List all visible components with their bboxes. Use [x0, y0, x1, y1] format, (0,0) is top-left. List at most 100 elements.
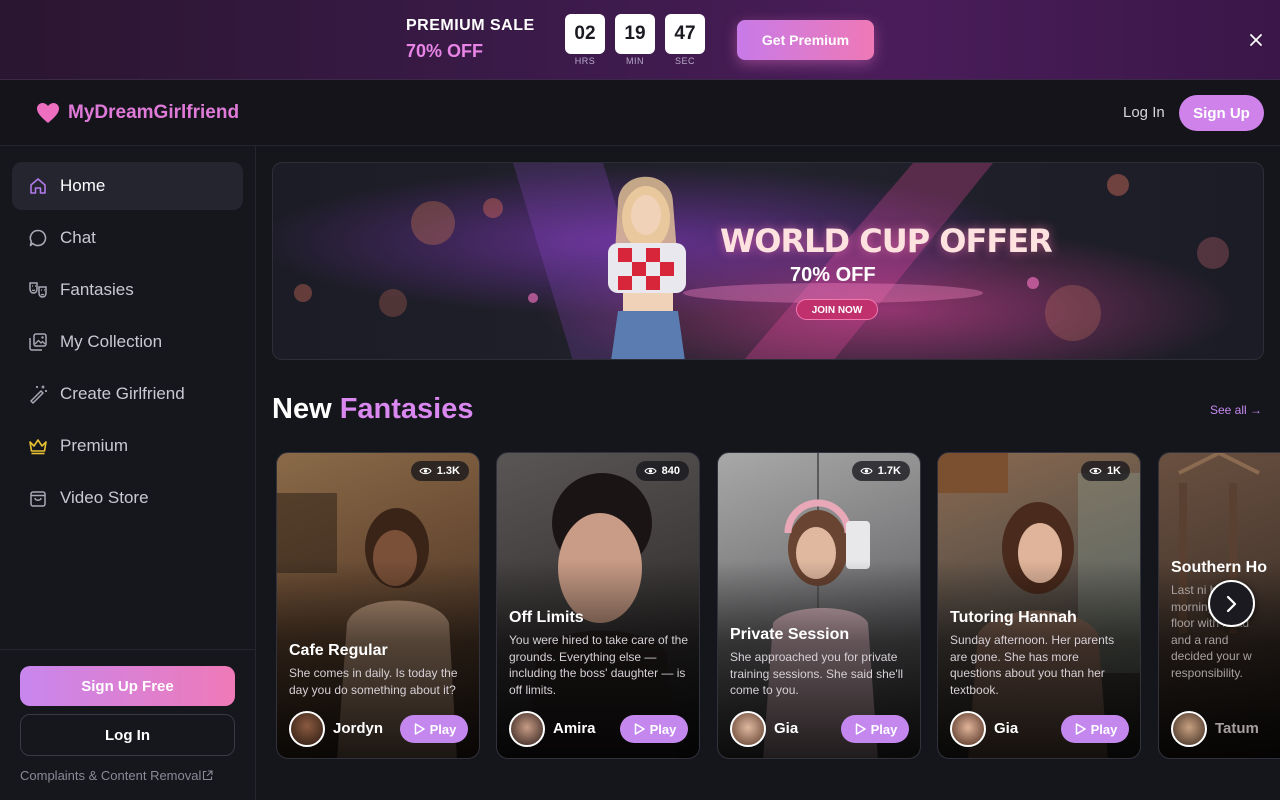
sidebar-item-premium[interactable]: Premium [12, 422, 243, 470]
home-icon [28, 176, 48, 196]
join-now-button[interactable]: JOIN NOW [796, 299, 878, 320]
character-name: Tatum [1215, 720, 1259, 737]
theater-masks-icon [28, 280, 48, 300]
timer-hours: 02 [565, 14, 605, 54]
promo-title: PREMIUM SALE [406, 17, 535, 34]
top-header: MyDreamGirlfriend Log In Sign Up [0, 81, 1280, 146]
play-button[interactable]: Play [841, 715, 909, 743]
sidebar-item-label: Fantasies [60, 280, 134, 299]
section-title-plain: New [272, 393, 332, 425]
crown-icon [28, 436, 48, 456]
view-count-badge: 840 [635, 461, 689, 481]
eye-icon [1089, 467, 1102, 475]
chevron-right-icon [1226, 595, 1237, 613]
header-login-link[interactable]: Log In [1123, 104, 1165, 121]
sidebar-item-video-store[interactable]: Video Store [12, 474, 243, 522]
eye-icon [644, 467, 657, 475]
header-signup-button[interactable]: Sign Up [1179, 95, 1264, 131]
sign-up-free-button[interactable]: Sign Up Free [20, 666, 235, 706]
card-title: Off Limits [509, 609, 584, 626]
sidebar-divider [0, 649, 255, 650]
timer-minutes: 19 [615, 14, 655, 54]
sidebar-item-label: Video Store [60, 488, 149, 507]
see-all-link[interactable]: See all → [1210, 403, 1262, 417]
view-count: 1K [1106, 465, 1121, 477]
sidebar-item-label: Chat [60, 228, 96, 247]
sidebar-item-my-collection[interactable]: My Collection [12, 318, 243, 366]
sidebar-item-label: Create Girlfriend [60, 384, 185, 403]
card-description: You were hired to take care of the groun… [509, 633, 689, 697]
play-label: Play [1090, 721, 1118, 737]
card-title: Cafe Regular [289, 642, 388, 659]
banner-discount: 70% OFF [790, 264, 876, 286]
character-name: Gia [994, 720, 1019, 737]
promo-discount: 70% OFF [406, 41, 484, 61]
close-icon[interactable] [1246, 30, 1266, 50]
play-button[interactable]: Play [400, 715, 468, 743]
eye-icon [419, 467, 432, 475]
premium-sale-bar: PREMIUM SALE 70% OFF 02 HRS 19 MIN 47 SE… [0, 0, 1280, 80]
shopping-bag-icon [28, 488, 48, 508]
sidebar-item-label: Home [60, 176, 106, 195]
card-title: Tutoring Hannah [950, 609, 1077, 626]
eye-icon [860, 467, 873, 475]
sidebar-item-fantasies[interactable]: Fantasies [12, 266, 243, 314]
avatar [1171, 711, 1207, 747]
play-label: Play [429, 721, 457, 737]
timer-seconds: 47 [665, 14, 705, 54]
view-count-badge: 1K [1080, 461, 1130, 481]
card-title: Southern Ho [1171, 559, 1267, 576]
card-description: Sunday afternoon. Her parents are gone. … [950, 633, 1115, 697]
external-link-icon [202, 768, 213, 781]
sidebar-item-home[interactable]: Home [12, 162, 243, 210]
brand-name[interactable]: MyDreamGirlfriend [68, 102, 239, 124]
view-count: 840 [661, 465, 680, 477]
carousel-next-button[interactable] [1208, 580, 1255, 627]
fantasy-card-private-session[interactable]: 1.7K Private Session She approached you … [717, 452, 921, 759]
play-button[interactable]: Play [1061, 715, 1129, 743]
world-cup-offer-banner[interactable] [272, 162, 1264, 360]
avatar [950, 711, 986, 747]
view-count: 1.7K [877, 465, 901, 477]
timer-seconds-label: SEC [674, 56, 695, 66]
play-icon [1075, 723, 1086, 735]
sidebar-item-label: My Collection [60, 332, 163, 351]
card-title: Private Session [730, 626, 850, 643]
play-label: Play [649, 721, 677, 737]
fantasy-card-off-limits[interactable]: 840 Off Limits You were hired to take ca… [496, 452, 700, 759]
sidebar-login-button[interactable]: Log In [20, 714, 235, 756]
play-icon [634, 723, 645, 735]
image-collection-icon [28, 332, 48, 352]
sidebar-item-label: Premium [60, 436, 129, 455]
view-count: 1.3K [436, 465, 460, 477]
play-button[interactable]: Play [620, 715, 688, 743]
character-name: Amira [553, 720, 596, 737]
avatar [289, 711, 325, 747]
get-premium-button[interactable]: Get Premium [737, 20, 874, 60]
timer-hours-label: HRS [574, 56, 596, 66]
chat-bubble-icon [28, 228, 48, 248]
sidebar-item-create-girlfriend[interactable]: Create Girlfriend [12, 370, 243, 418]
character-name: Jordyn [333, 720, 384, 737]
timer-minutes-label: MIN [626, 56, 644, 66]
avatar [730, 711, 766, 747]
view-count-badge: 1.7K [851, 461, 910, 481]
fantasy-card-tutoring-hannah[interactable]: 1K Tutoring Hannah Sunday afternoon. Her… [937, 452, 1141, 759]
complaints-link[interactable]: Complaints & Content Removal [20, 768, 201, 783]
view-count-badge: 1.3K [410, 461, 469, 481]
play-icon [414, 723, 425, 735]
play-icon [855, 723, 866, 735]
section-title-accent: Fantasies [339, 393, 474, 425]
banner-title: WORLD CUP OFFER [720, 222, 1053, 260]
fantasy-card-cafe-regular[interactable]: 1.3K Cafe Regular She comes in daily. Is… [276, 452, 480, 759]
section-title: New Fantasies [272, 393, 474, 426]
magic-wand-icon [28, 384, 48, 404]
sidebar: Home Chat Fantasies My Collection Create… [0, 146, 256, 800]
character-name: Gia [774, 720, 799, 737]
sidebar-item-chat[interactable]: Chat [12, 214, 243, 262]
card-description: She comes in daily. Is today the day you… [289, 666, 458, 697]
heart-logo-icon [36, 102, 60, 124]
play-label: Play [870, 721, 898, 737]
card-description: She approached you for private training … [730, 650, 904, 697]
avatar [509, 711, 545, 747]
